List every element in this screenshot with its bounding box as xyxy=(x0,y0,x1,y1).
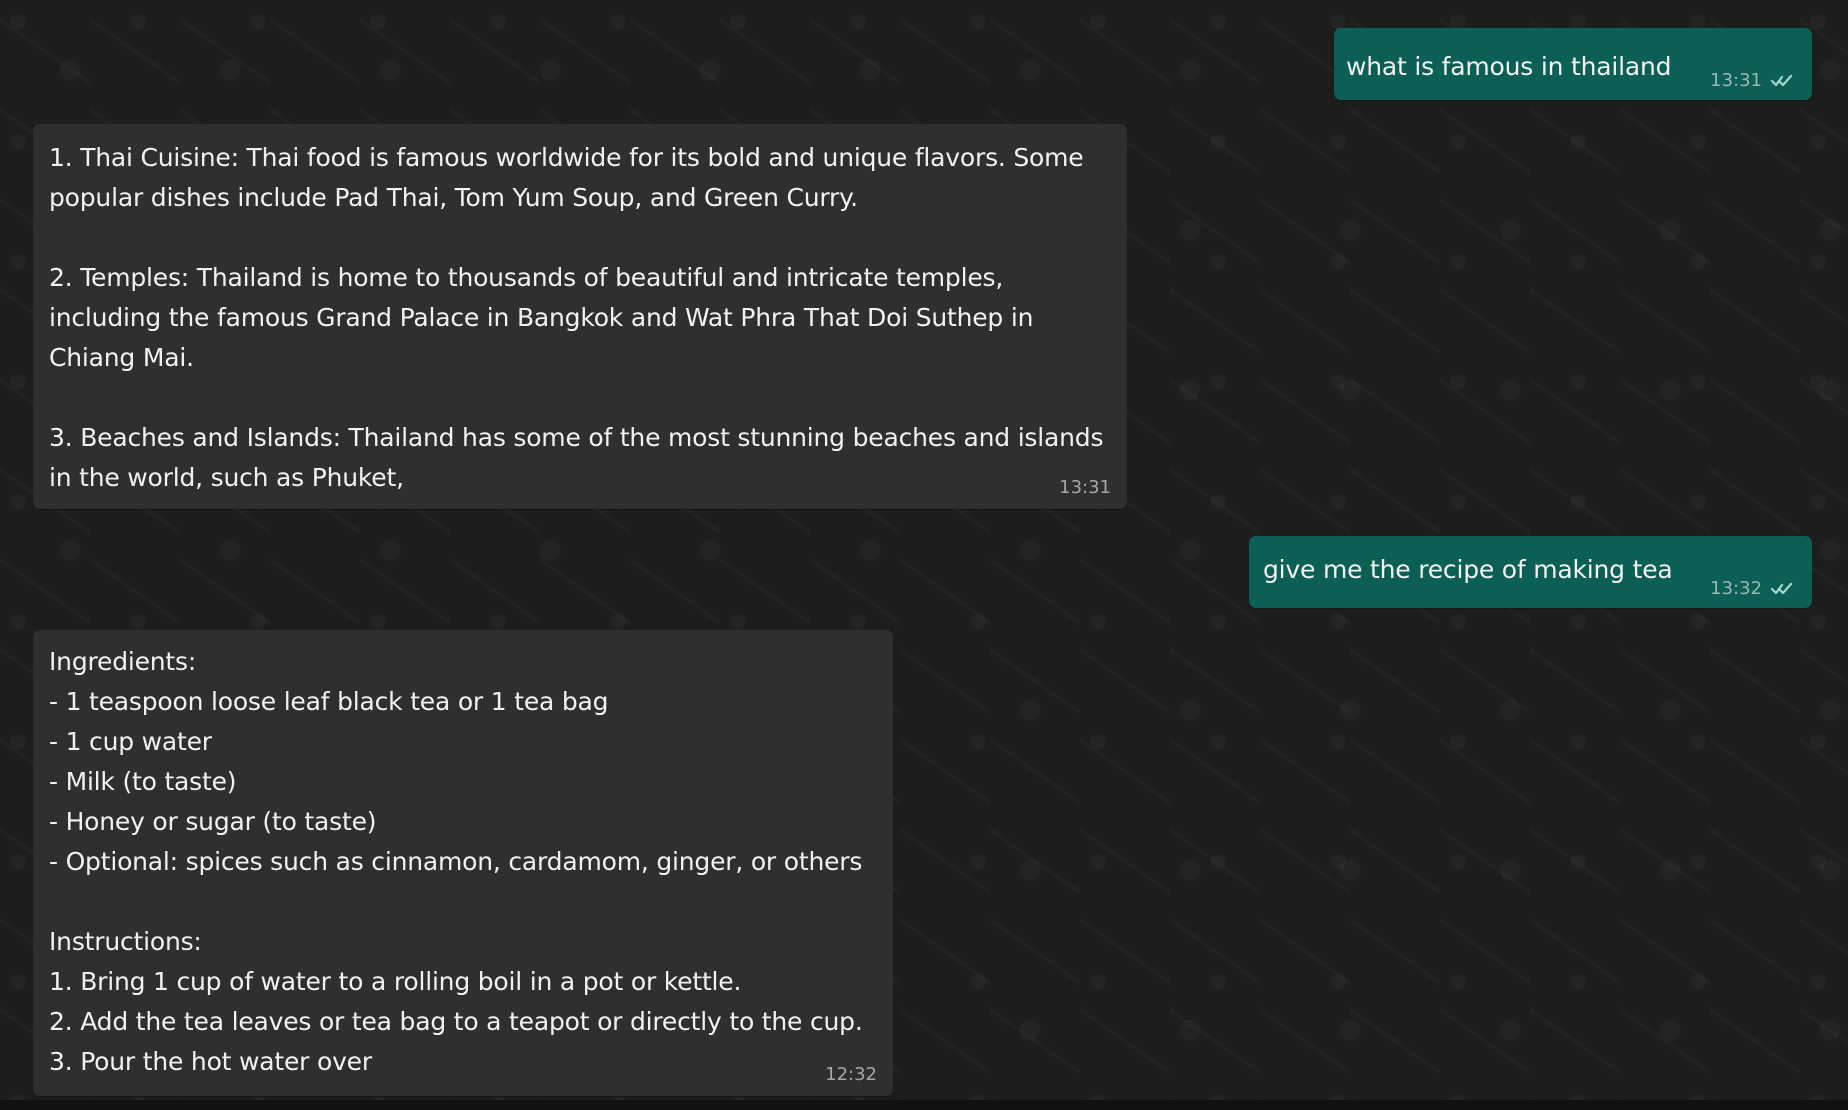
message-meta: 13:32 xyxy=(1710,580,1794,598)
incoming-message-bubble[interactable]: Ingredients: - 1 teaspoon loose leaf bla… xyxy=(33,630,893,1096)
double-check-icon xyxy=(1770,581,1794,597)
outgoing-message-bubble[interactable]: give me the recipe of making tea 13:32 xyxy=(1249,536,1812,608)
outgoing-message-bubble[interactable]: what is famous in thailand 13:31 xyxy=(1334,28,1812,100)
message-meta: 13:31 xyxy=(1059,479,1111,497)
message-time: 13:31 xyxy=(1710,70,1762,91)
message-time: 13:31 xyxy=(1059,477,1111,498)
message-time: 13:32 xyxy=(1710,578,1762,599)
message-meta: 13:31 xyxy=(1710,72,1794,90)
message-text: Ingredients: - 1 teaspoon loose leaf bla… xyxy=(49,647,863,1076)
bottom-edge xyxy=(0,1100,1848,1110)
message-text: 1. Thai Cuisine: Thai food is famous wor… xyxy=(49,143,1104,492)
chat-window: what is famous in thailand 13:31 1. Thai… xyxy=(0,0,1848,1110)
double-check-icon xyxy=(1770,73,1794,89)
message-time: 12:32 xyxy=(825,1064,877,1085)
message-text: give me the recipe of making tea xyxy=(1263,555,1673,584)
incoming-message-bubble[interactable]: 1. Thai Cuisine: Thai food is famous wor… xyxy=(33,124,1127,509)
message-meta: 12:32 xyxy=(825,1066,877,1084)
message-text: what is famous in thailand xyxy=(1346,52,1672,81)
